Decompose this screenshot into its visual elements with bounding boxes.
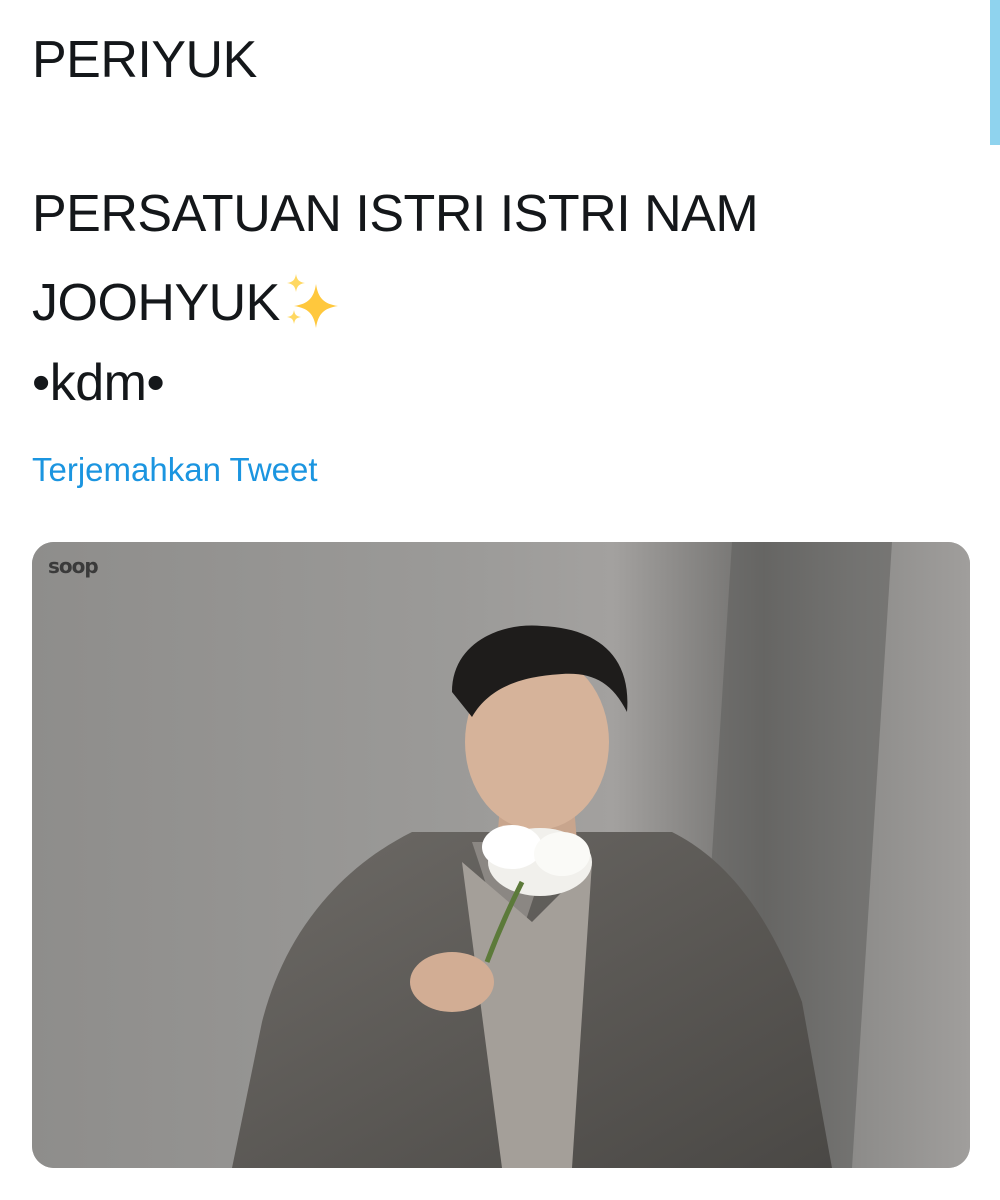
translate-tweet-link[interactable]: Terjemahkan Tweet xyxy=(32,452,318,488)
tweet-text-line-4: •kdm• xyxy=(32,354,165,412)
tweet-text-line-3-label: JOOHYUK xyxy=(32,274,280,332)
sparkles-icon xyxy=(282,272,346,330)
tweet-text-line-2: PERSATUAN ISTRI ISTRI NAM xyxy=(32,185,759,243)
tweet-text-line-3: JOOHYUK xyxy=(32,272,346,330)
scroll-indicator[interactable] xyxy=(990,0,1000,145)
watermark-logo: soop xyxy=(48,554,99,578)
photo-illustration xyxy=(32,542,970,1168)
tweet-text-line-1: PERIYUK xyxy=(32,31,257,89)
tweet-media-photo[interactable]: soop xyxy=(32,542,970,1168)
